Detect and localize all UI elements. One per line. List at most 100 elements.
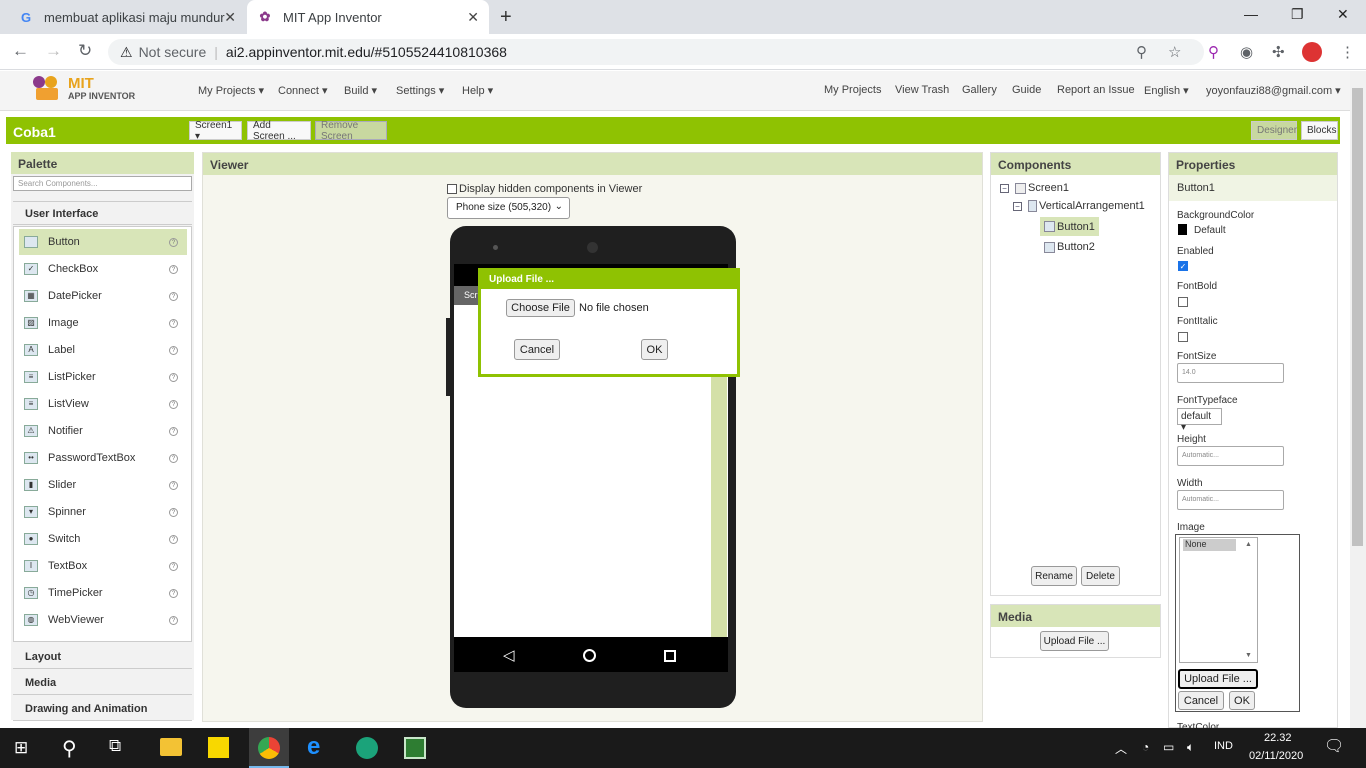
wifi-icon[interactable]: ◔	[1142, 740, 1149, 754]
forward-icon[interactable]: →	[45, 41, 62, 61]
close-window-icon[interactable]: ✕	[1337, 6, 1349, 23]
fontsize-input[interactable]: 14.0	[1177, 363, 1284, 383]
collapse-icon[interactable]: −	[1013, 201, 1022, 211]
puzzle-icon[interactable]: ✣	[1272, 43, 1285, 61]
add-screen-button[interactable]: Add Screen ...	[247, 120, 311, 142]
help-icon[interactable]: ?	[169, 264, 178, 274]
category-layout[interactable]: Layout	[13, 645, 192, 669]
help-icon[interactable]: ?	[169, 507, 178, 517]
help-icon[interactable]: ?	[169, 345, 178, 355]
rename-button[interactable]: Rename	[1031, 566, 1077, 586]
browser-tab-google[interactable]: G membuat aplikasi maju mundur ✕	[8, 0, 246, 34]
nav-gallery[interactable]: Gallery	[962, 84, 997, 96]
help-icon[interactable]: ?	[169, 534, 178, 544]
help-icon[interactable]: ?	[169, 426, 178, 436]
help-icon[interactable]: ?	[169, 480, 178, 490]
palette-item-timepicker[interactable]: ◷ TimePicker?	[19, 580, 187, 606]
nav-view-trash[interactable]: View Trash	[895, 84, 949, 96]
tray-expand-icon[interactable]: ︿	[1115, 740, 1127, 757]
palette-item-passwordtextbox[interactable]: •• PasswordTextBox?	[19, 445, 187, 471]
screen-select[interactable]: Screen1 ▾	[189, 120, 242, 142]
menu-kebab-icon[interactable]: ⋮	[1340, 43, 1355, 61]
help-icon[interactable]: ?	[169, 588, 178, 598]
fontbold-checkbox[interactable]	[1178, 297, 1188, 307]
menu-build[interactable]: Build ▾	[344, 84, 377, 97]
height-input[interactable]: Automatic...	[1177, 446, 1284, 466]
tree-button2[interactable]: Button2	[1044, 241, 1095, 253]
avatar[interactable]	[1302, 42, 1322, 62]
help-icon[interactable]: ?	[169, 318, 178, 328]
notepad-icon[interactable]	[404, 737, 426, 759]
delete-button[interactable]: Delete	[1081, 566, 1120, 586]
volume-icon[interactable]: 🔈︎	[1187, 740, 1194, 755]
clock-time[interactable]: 22.32	[1264, 732, 1292, 744]
bookmark-star-icon[interactable]: ☆	[1168, 43, 1181, 61]
phone-size-select[interactable]: Phone size (505,320) ⌄	[447, 197, 570, 219]
internet-explorer-icon[interactable]: e	[307, 733, 320, 761]
file-explorer-icon[interactable]	[160, 738, 182, 756]
new-tab-icon[interactable]: +	[500, 6, 512, 29]
palette-item-image[interactable]: ▨ Image?	[19, 310, 187, 336]
collapse-icon[interactable]: −	[1000, 183, 1009, 193]
nav-account[interactable]: yoyonfauzi88@gmail.com ▾	[1206, 84, 1341, 97]
image-list[interactable]	[1179, 537, 1258, 663]
clock-date[interactable]: 02/11/2020	[1249, 750, 1303, 762]
palette-item-button[interactable]: Button?	[19, 229, 187, 255]
help-icon[interactable]: ?	[169, 372, 178, 382]
palette-item-switch[interactable]: ● Switch?	[19, 526, 187, 552]
choose-file-button[interactable]: Choose File	[506, 299, 575, 317]
help-icon[interactable]: ?	[169, 291, 178, 301]
menu-settings[interactable]: Settings ▾	[396, 84, 444, 97]
prop-backgroundcolor-value[interactable]: Default	[1194, 225, 1226, 236]
sticky-notes-icon[interactable]	[208, 737, 229, 758]
nav-language[interactable]: English ▾	[1144, 84, 1189, 97]
language-indicator[interactable]: IND	[1214, 740, 1233, 752]
chrome-icon[interactable]	[258, 737, 280, 759]
width-input[interactable]: Automatic...	[1177, 490, 1284, 510]
close-tab-icon[interactable]: ✕	[224, 9, 236, 26]
search-components-input[interactable]: Search Components...	[13, 176, 192, 191]
fontitalic-checkbox[interactable]	[1178, 332, 1188, 342]
battery-icon[interactable]: ▭	[1163, 740, 1174, 754]
image-option-none[interactable]: None	[1183, 539, 1236, 551]
mit-logo[interactable]: MIT APP INVENTOR	[30, 74, 135, 104]
scrollbar-thumb[interactable]	[1352, 88, 1363, 546]
palette-item-listpicker[interactable]: ≡ ListPicker?	[19, 364, 187, 390]
tree-verticalarrangement1[interactable]: − VerticalArrangement1	[1013, 200, 1145, 212]
extension-icon[interactable]: ◉	[1240, 43, 1253, 61]
minimize-icon[interactable]: —	[1244, 6, 1258, 22]
palette-item-textbox[interactable]: I TextBox?	[19, 553, 187, 579]
reload-icon[interactable]: ↻	[78, 41, 92, 61]
help-icon[interactable]: ?	[169, 237, 178, 247]
maximize-icon[interactable]: ❐	[1291, 6, 1304, 23]
extension-search-icon[interactable]: ⚲	[1208, 43, 1219, 61]
zoom-icon[interactable]: ⚲	[1136, 43, 1147, 61]
image-ok-button[interactable]: OK	[1229, 691, 1255, 710]
palette-item-checkbox[interactable]: ✓ CheckBox?	[19, 256, 187, 282]
edge-icon[interactable]	[356, 737, 378, 759]
browser-tab-mit[interactable]: ✿ MIT App Inventor ✕	[247, 0, 489, 34]
palette-item-spinner[interactable]: ▾ Spinner?	[19, 499, 187, 525]
display-hidden-checkbox[interactable]: Display hidden components in Viewer	[447, 183, 642, 195]
image-cancel-button[interactable]: Cancel	[1178, 691, 1224, 710]
help-icon[interactable]: ?	[169, 453, 178, 463]
palette-item-slider[interactable]: ▮ Slider?	[19, 472, 187, 498]
notification-icon[interactable]: 🗨︎	[1324, 736, 1344, 756]
scroll-up-icon[interactable]: ▲	[1245, 541, 1252, 548]
designer-button[interactable]: Designer	[1251, 121, 1297, 140]
enabled-checkbox[interactable]: ✓	[1178, 261, 1188, 271]
task-view-icon[interactable]: ⧉	[109, 736, 121, 756]
dialog-ok-button[interactable]: OK	[641, 339, 668, 360]
palette-item-listview[interactable]: ≡ ListView?	[19, 391, 187, 417]
image-upload-button[interactable]: Upload File ...	[1178, 669, 1258, 689]
remove-screen-button[interactable]: Remove Screen	[315, 120, 387, 142]
category-user-interface[interactable]: User Interface	[13, 201, 192, 225]
palette-item-webviewer[interactable]: ◍ WebViewer?	[19, 607, 187, 633]
help-icon[interactable]: ?	[169, 399, 178, 409]
tree-button1[interactable]: Button1	[1040, 217, 1099, 236]
scroll-down-icon[interactable]: ▼	[1245, 652, 1252, 659]
address-bar[interactable]: ⚠ Not secure | ai2.appinventor.mit.edu/#…	[108, 39, 1204, 65]
checkbox-box[interactable]	[447, 184, 457, 194]
back-icon[interactable]: ←	[12, 41, 29, 61]
help-icon[interactable]: ?	[169, 561, 178, 571]
